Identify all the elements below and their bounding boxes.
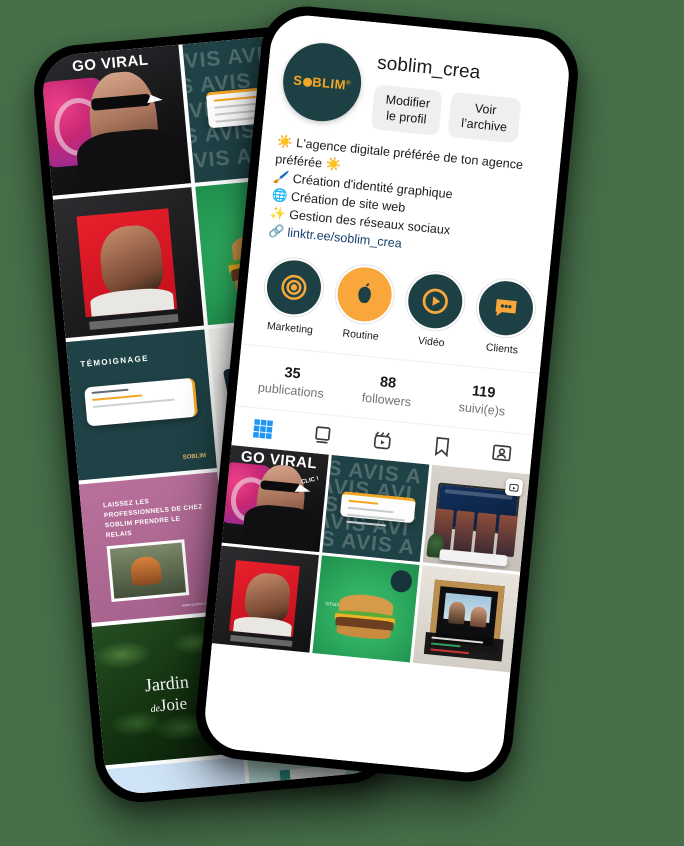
link-icon: 🔗 <box>267 223 285 239</box>
instagram-profile: S BLIM® soblim_crea Modifier le profil Vo… <box>201 12 573 776</box>
highlight-label: Clients <box>485 340 519 357</box>
followers-stat[interactable]: 88 followers <box>338 370 437 411</box>
carousel-icon <box>315 425 331 444</box>
tab-carousel[interactable] <box>291 412 355 457</box>
bookmark-icon <box>434 436 450 457</box>
highlight-label: Site W <box>543 347 550 359</box>
registered-mark: ® <box>345 79 352 87</box>
post-tile-go-viral[interactable]: GO VIRAL <box>39 44 191 196</box>
tagged-person-icon <box>492 444 512 461</box>
highlight-marketing[interactable]: Marketing <box>261 255 326 336</box>
edit-profile-button[interactable]: Modifier le profil <box>370 84 444 137</box>
target-icon <box>281 274 307 300</box>
reels-icon <box>373 431 391 449</box>
tab-tagged[interactable] <box>470 429 534 474</box>
scene: GO VIRAL AVIS AVIS IS AVIS A AVIS AVIS I… <box>0 0 684 846</box>
post-tile-go-viral[interactable]: GO VIRAL CLIC ! <box>221 444 329 552</box>
post-tile-red-portrait[interactable] <box>52 187 204 339</box>
post-logo: SOBLIM <box>182 453 207 462</box>
post-tile-avis[interactable]: IS AVIS A AVIS AVI IS AVIS A AVIS AVI IS… <box>322 454 430 562</box>
post-caption: TÉMOIGNAGE <box>80 354 150 370</box>
reel-badge <box>504 477 524 497</box>
post-tile-red-portrait[interactable] <box>211 545 320 653</box>
view-archive-button[interactable]: Voir l’archive <box>447 91 522 144</box>
front-phone-screen: S BLIM® soblim_crea Modifier le profil Vo… <box>201 12 573 776</box>
tab-reels[interactable] <box>351 417 415 462</box>
post-overlay-text: CLIC ! <box>300 475 319 486</box>
front-phone-post-grid: GO VIRAL CLIC ! IS AVIS A AVIS AVI IS AV… <box>202 444 530 776</box>
post-tile-tv-desk-setup[interactable] <box>422 464 530 572</box>
page-title: soblim_crea <box>376 52 482 84</box>
post-tile-temoignage[interactable]: TÉMOIGNAGE SOBLIM <box>65 329 217 481</box>
highlight-site-web[interactable]: WWW Site W <box>543 282 551 359</box>
tab-grid[interactable] <box>231 406 295 451</box>
post-tile-selfie-frame[interactable] <box>412 564 521 672</box>
grid-icon <box>253 418 274 439</box>
highlight-clients[interactable]: Clients <box>473 276 538 357</box>
posts-stat[interactable]: 35 publications <box>242 361 341 402</box>
following-stat[interactable]: 119 suivi(e)s <box>434 379 533 420</box>
apple-icon <box>358 282 371 303</box>
play-icon <box>422 288 448 314</box>
chat-bubble-icon <box>495 298 517 316</box>
highlight-label: Vidéo <box>417 334 446 349</box>
reels-icon <box>509 483 519 492</box>
avatar-logo-text: S BLIM® <box>292 71 352 92</box>
avatar[interactable]: S BLIM® <box>279 39 365 125</box>
highlight-label: Routine <box>342 326 380 343</box>
highlight-routine[interactable]: Routine <box>331 262 397 343</box>
highlight-video[interactable]: Vidéo <box>402 269 468 350</box>
post-caption: LAISSEZ LES PROFESSIONNELS DE CHEZ SOBLI… <box>102 498 204 539</box>
post-tile-burger[interactable]: smash burger <box>312 554 420 663</box>
tab-saved[interactable] <box>410 423 474 468</box>
post-caption-line2: Joie <box>158 693 188 716</box>
highlight-label: Marketing <box>266 319 314 336</box>
